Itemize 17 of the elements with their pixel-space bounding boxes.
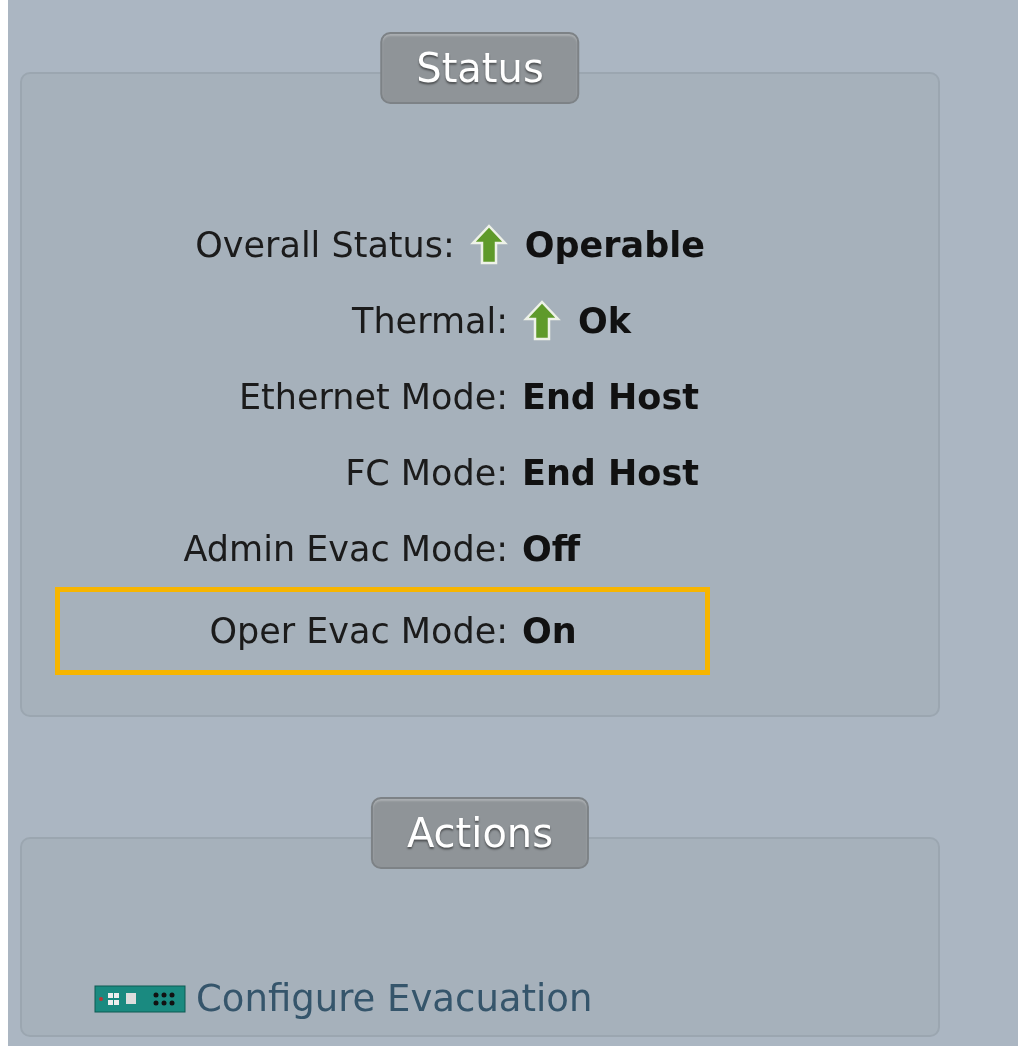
- status-label: Oper Evac Mode:: [208, 609, 509, 653]
- status-value: End Host: [522, 375, 699, 419]
- arrow-up-icon: [522, 299, 562, 343]
- status-label: FC Mode:: [344, 451, 509, 495]
- status-value: Ok: [578, 299, 632, 343]
- status-label: Admin Evac Mode:: [182, 527, 509, 571]
- status-value: Off: [522, 527, 581, 571]
- status-value: On: [522, 609, 577, 653]
- arrow-up-icon: [468, 223, 509, 267]
- panel-title: Actions: [370, 797, 590, 869]
- status-value: End Host: [522, 451, 699, 495]
- status-value: Operable: [524, 223, 705, 267]
- panel-title: Status: [380, 32, 580, 104]
- configure-evacuation-link[interactable]: Configure Evacuation: [94, 971, 938, 1027]
- status-label: Overall Status:: [194, 223, 456, 267]
- status-label: Ethernet Mode:: [237, 375, 509, 419]
- status-label: Thermal:: [351, 299, 509, 343]
